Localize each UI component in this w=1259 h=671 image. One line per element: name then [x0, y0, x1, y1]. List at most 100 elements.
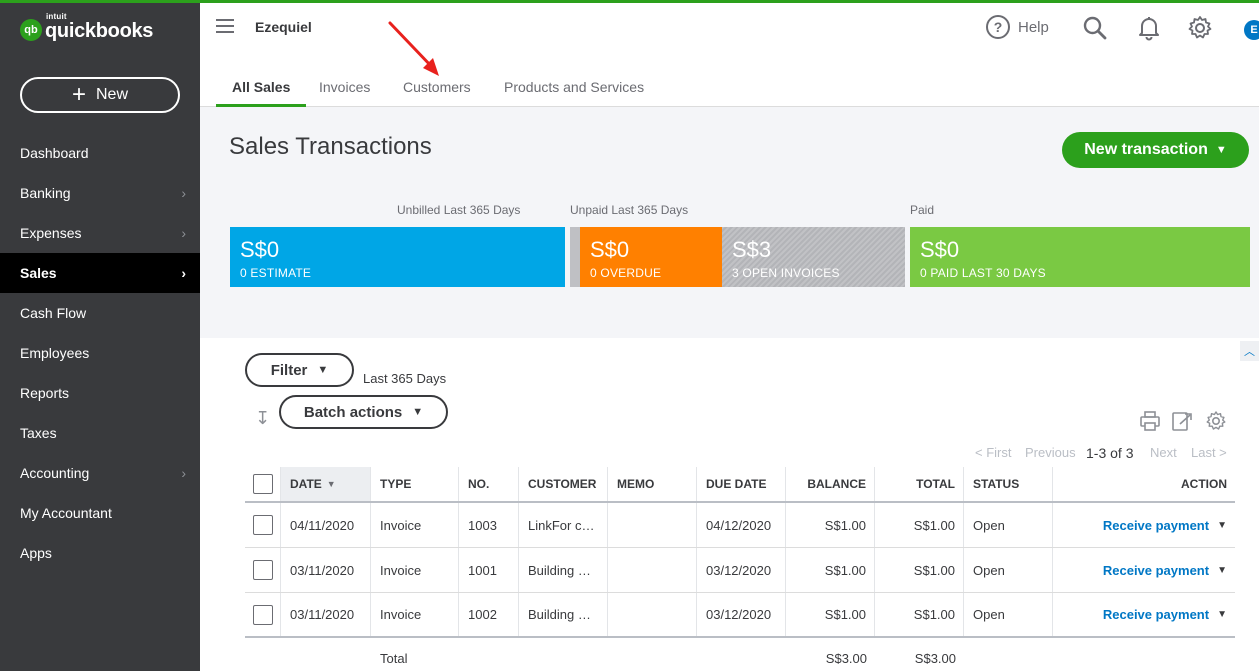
sidebar-item-label: Dashboard: [20, 145, 89, 161]
batch-actions-button[interactable]: Batch actions ▼: [279, 395, 448, 429]
chevron-right-icon: ›: [181, 465, 186, 481]
new-button[interactable]: + New: [20, 77, 180, 113]
receive-payment-link[interactable]: Receive payment: [1103, 563, 1209, 578]
overdue-amount: S$0: [590, 237, 630, 262]
cell-due-date: 03/12/2020: [697, 593, 786, 636]
column-header-balance[interactable]: BALANCE: [786, 467, 875, 501]
sidebar-item-label: Sales: [20, 265, 57, 281]
overdue-segment[interactable]: S$0 0 OVERDUE: [580, 227, 722, 287]
cell-status: Open: [964, 503, 1053, 547]
top-header: Ezequiel ? Help E: [200, 0, 1259, 54]
cell-date: 03/11/2020: [281, 548, 371, 592]
chevron-right-icon: ›: [181, 185, 186, 201]
cell-action: Receive payment ▼: [1053, 548, 1235, 592]
cell-total: S$1.00: [875, 503, 964, 547]
column-header-status[interactable]: STATUS: [964, 467, 1053, 501]
table-total-row: Total S$3.00 S$3.00: [245, 638, 1235, 671]
help-button[interactable]: ? Help: [986, 15, 1049, 39]
caret-down-icon[interactable]: ▼: [1217, 565, 1227, 576]
chevron-right-icon: ›: [181, 265, 186, 281]
chevron-up-icon[interactable]: ︿: [1240, 341, 1259, 361]
sidebar-item-banking[interactable]: Banking ›: [0, 173, 200, 213]
cell-no: 1001: [459, 548, 519, 592]
tab-products-and-services[interactable]: Products and Services: [504, 79, 644, 105]
cell-balance: S$1.00: [786, 548, 875, 592]
export-icon[interactable]: [1171, 410, 1193, 432]
qb-logo-icon: qb: [20, 18, 42, 41]
cell-date: 04/11/2020: [281, 503, 371, 547]
cell-action: Receive payment ▼: [1053, 593, 1235, 636]
search-icon[interactable]: [1082, 15, 1108, 41]
column-header-customer[interactable]: CUSTOMER: [519, 467, 608, 501]
filter-button[interactable]: Filter ▼: [245, 353, 354, 387]
sort-desc-icon: ▼: [326, 479, 336, 489]
row-checkbox[interactable]: [253, 604, 273, 625]
row-checkbox[interactable]: [253, 560, 273, 580]
print-icon[interactable]: [1139, 410, 1161, 432]
cell-balance: S$1.00: [786, 503, 875, 547]
sidebar-item-my-accountant[interactable]: My Accountant: [0, 493, 200, 533]
receive-payment-link[interactable]: Receive payment: [1103, 518, 1209, 533]
cell-due-date: 03/12/2020: [697, 548, 786, 592]
sidebar-item-employees[interactable]: Employees: [0, 333, 200, 373]
sales-summary-area: Sales Transactions New transaction ▼ Unb…: [200, 107, 1259, 338]
cell-memo: [608, 503, 697, 547]
row-checkbox[interactable]: [253, 515, 273, 535]
cell-action: Receive payment ▼: [1053, 503, 1235, 547]
avatar[interactable]: E: [1244, 20, 1259, 40]
paid-segment[interactable]: S$0 0 PAID LAST 30 DAYS: [910, 227, 1250, 287]
estimate-segment[interactable]: S$0 0 ESTIMATE: [230, 227, 565, 287]
tab-invoices[interactable]: Invoices: [319, 79, 370, 105]
sidebar-nav: Dashboard Banking › Expenses › Sales › Cash…: [0, 133, 200, 573]
new-transaction-button[interactable]: New transaction ▼: [1062, 132, 1249, 168]
sidebar-item-cash-flow[interactable]: Cash Flow: [0, 293, 200, 333]
column-header-date[interactable]: DATE ▼: [281, 467, 371, 501]
column-header-type[interactable]: TYPE: [371, 467, 459, 501]
column-header-total[interactable]: TOTAL: [875, 467, 964, 501]
sidebar-item-apps[interactable]: Apps: [0, 533, 200, 573]
pager-first[interactable]: < First: [975, 445, 1011, 460]
company-name: Ezequiel: [255, 19, 312, 35]
caret-down-icon[interactable]: ▼: [1217, 609, 1227, 620]
cell-type: Invoice: [371, 548, 459, 592]
cell-type: Invoice: [371, 503, 459, 547]
cell-status: Open: [964, 548, 1053, 592]
cell-customer: Building …: [519, 593, 608, 636]
sidebar-item-label: Employees: [20, 345, 90, 361]
sidebar-item-reports[interactable]: Reports: [0, 373, 200, 413]
pager-last[interactable]: Last >: [1191, 445, 1227, 460]
table-row[interactable]: 03/11/2020 Invoice 1001 Building … 03/12…: [245, 548, 1235, 593]
sidebar-item-taxes[interactable]: Taxes: [0, 413, 200, 453]
sidebar-item-sales[interactable]: Sales ›: [0, 253, 200, 293]
gear-icon[interactable]: [1187, 15, 1213, 41]
table-row[interactable]: 03/11/2020 Invoice 1002 Building … 03/12…: [245, 593, 1235, 638]
receive-payment-link[interactable]: Receive payment: [1103, 607, 1209, 622]
caret-down-icon[interactable]: ▼: [1217, 520, 1227, 531]
pager-next[interactable]: Next: [1150, 445, 1177, 460]
page-title: Sales Transactions: [229, 133, 432, 160]
estimate-caption: 0 ESTIMATE: [240, 266, 312, 280]
tab-customers[interactable]: Customers: [403, 79, 471, 105]
caret-down-icon: ▼: [1215, 144, 1227, 156]
sidebar-item-dashboard[interactable]: Dashboard: [0, 133, 200, 173]
cell-no: 1003: [459, 503, 519, 547]
hamburger-menu-icon[interactable]: [216, 19, 234, 33]
column-header-due-date[interactable]: DUE DATE: [697, 467, 786, 501]
caret-down-icon: ▼: [412, 406, 424, 418]
table-settings-gear-icon[interactable]: [1205, 410, 1227, 432]
column-header-no[interactable]: NO.: [459, 467, 519, 501]
select-all-cell: [245, 467, 281, 501]
bell-icon[interactable]: [1136, 15, 1162, 41]
sidebar-item-accounting[interactable]: Accounting ›: [0, 453, 200, 493]
column-header-memo[interactable]: MEMO: [608, 467, 697, 501]
cell-memo: [608, 593, 697, 636]
pager-previous[interactable]: Previous: [1025, 445, 1076, 460]
tab-all-sales[interactable]: All Sales: [216, 79, 307, 108]
logo-wordmark: intuit quickbooks: [45, 12, 153, 43]
select-all-checkbox[interactable]: [253, 474, 273, 494]
open-invoices-segment[interactable]: S$3 3 OPEN INVOICES: [722, 227, 905, 287]
cell-date: 03/11/2020: [281, 593, 371, 636]
sidebar-item-expenses[interactable]: Expenses ›: [0, 213, 200, 253]
table-row[interactable]: 04/11/2020 Invoice 1003 LinkFor c… 04/12…: [245, 503, 1235, 548]
quickbooks-logo[interactable]: qb intuit quickbooks: [20, 12, 153, 43]
